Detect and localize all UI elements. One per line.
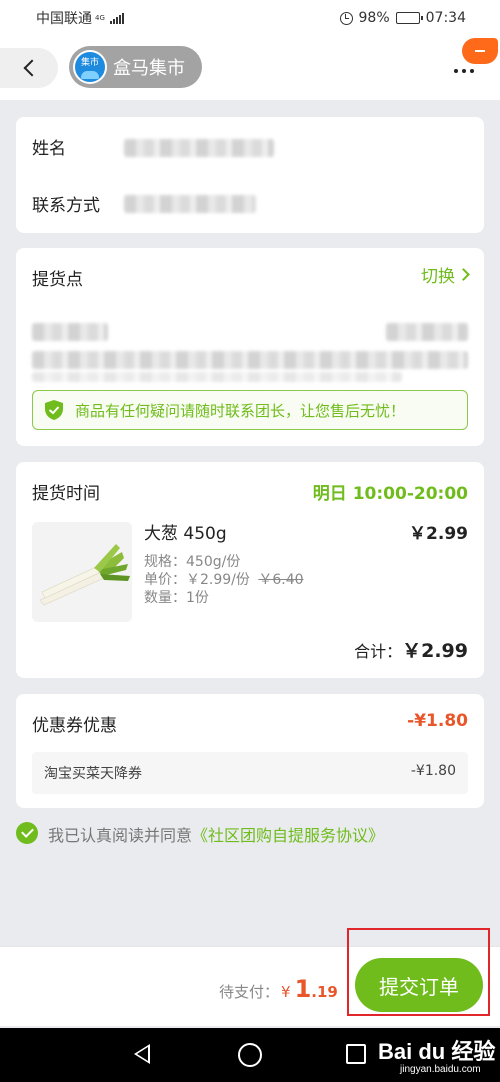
total-label: 合计：	[354, 642, 403, 661]
name-value-blurred	[124, 139, 274, 157]
order-card: 提货时间 明日 10:00-20:00 大葱 450g ￥2.99 规格：450…	[16, 462, 484, 678]
total-value: ￥2.99	[402, 640, 468, 662]
pickup-day: 明日	[312, 484, 347, 504]
store-logo: 集市	[73, 50, 107, 84]
agreement-text: 我已认真阅读并同意	[48, 826, 193, 845]
pickup-time-value: 明日 10:00-20:00	[313, 479, 468, 504]
status-right: 98% 07:34	[339, 10, 466, 26]
alarm-icon	[339, 11, 353, 25]
back-button[interactable]	[0, 48, 58, 88]
coupon-item-name: 淘宝买菜天降券	[44, 766, 142, 782]
coupon-item[interactable]: 淘宝买菜天降券 -¥1.80	[32, 752, 468, 794]
submit-order-button[interactable]: 提交订单	[355, 958, 483, 1012]
order-total: 合计：￥2.99	[354, 636, 468, 663]
pay-amount-dec: .19	[311, 983, 338, 1001]
signal-icon	[109, 12, 124, 24]
notice-text: 商品有任何疑问请随时联系团长，让您售后无忧！	[75, 401, 406, 420]
unit-price-value: ￥2.99/份	[186, 572, 250, 588]
scallion-icon	[32, 522, 132, 622]
pay-currency: ¥	[281, 983, 291, 1001]
pickup-distance-blurred	[386, 323, 468, 341]
pickup-address-blurred	[32, 351, 468, 369]
chevron-left-icon	[23, 59, 41, 77]
switch-link[interactable]: 切换	[421, 262, 470, 287]
contact-label: 联系方式	[32, 196, 100, 216]
notification-badge[interactable]	[462, 38, 498, 64]
hippo-icon	[81, 71, 99, 79]
product-name: 大葱 450g	[144, 524, 227, 544]
pay-label: 待支付：	[219, 983, 280, 1001]
chevron-right-icon	[457, 268, 470, 281]
network-type: 4G	[95, 13, 105, 22]
bottom-bar: 待支付： ¥ 1 .19 提交订单	[0, 946, 500, 1026]
unit-price-label: 单价：	[144, 572, 186, 588]
pay-amount-int: 1	[294, 975, 312, 1003]
pickup-card: 提货点 切换 商品有任何疑问请随时联系团长，让您售后无忧！	[16, 248, 484, 446]
product-price: ￥2.99	[409, 524, 468, 544]
store-name: 盒马集市	[113, 58, 185, 79]
switch-label: 切换	[421, 267, 455, 287]
more-icon[interactable]	[454, 64, 482, 78]
pickup-range: 10:00-20:00	[352, 484, 468, 504]
pay-summary: 待支付： ¥ 1 .19	[219, 975, 338, 1003]
agreement-link[interactable]: 《社区团购自提服务协议》	[192, 826, 384, 845]
contact-card: 姓名 联系方式	[16, 117, 484, 233]
contact-value-blurred	[124, 195, 256, 213]
baidu-watermark-url: jingyan.baidu.com	[400, 1064, 481, 1075]
coupon-title: 优惠券优惠	[32, 716, 117, 736]
nav-back-icon[interactable]	[134, 1044, 150, 1064]
pickup-notice: 商品有任何疑问请随时联系团长，让您售后无忧！	[32, 390, 468, 430]
agreement-row: 我已认真阅读并同意《社区团购自提服务协议》	[48, 822, 384, 846]
coupon-card[interactable]: 优惠券优惠 -¥1.80 淘宝买菜天降券 -¥1.80	[16, 694, 484, 808]
pickup-name-blurred	[32, 323, 108, 341]
coupon-amount: -¥1.80	[407, 711, 468, 731]
original-price: ￥6.40	[258, 572, 304, 588]
pickup-time-label: 提货时间	[32, 484, 100, 504]
status-bar: 中国联通 4G 98% 07:34	[0, 0, 500, 36]
carrier-text: 中国联通	[36, 11, 92, 27]
product-spec: 规格：450g/份	[144, 554, 241, 570]
status-left: 中国联通 4G	[36, 8, 124, 28]
nav-recent-icon[interactable]	[346, 1044, 366, 1064]
shield-check-icon	[45, 400, 63, 420]
name-label: 姓名	[32, 139, 66, 159]
coupon-item-amount: -¥1.80	[410, 763, 456, 779]
product-quantity: 数量：1份	[144, 590, 209, 606]
pickup-address-line2-blurred	[32, 372, 402, 382]
store-pill[interactable]: 集市 盒马集市	[69, 46, 202, 88]
baidu-watermark: Bai du 经验	[378, 1039, 496, 1064]
header: 集市 盒马集市	[0, 36, 500, 100]
clock-text: 07:34	[425, 10, 466, 26]
pickup-title: 提货点	[32, 270, 83, 290]
battery-icon	[395, 12, 423, 24]
product-unit-price: 单价：￥2.99/份 ￥6.40	[144, 569, 304, 589]
battery-text: 98%	[358, 10, 390, 26]
agree-checkbox-icon[interactable]	[16, 822, 38, 844]
product-image[interactable]	[32, 522, 132, 622]
nav-home-icon[interactable]	[238, 1043, 262, 1067]
store-logo-text: 集市	[80, 58, 99, 68]
